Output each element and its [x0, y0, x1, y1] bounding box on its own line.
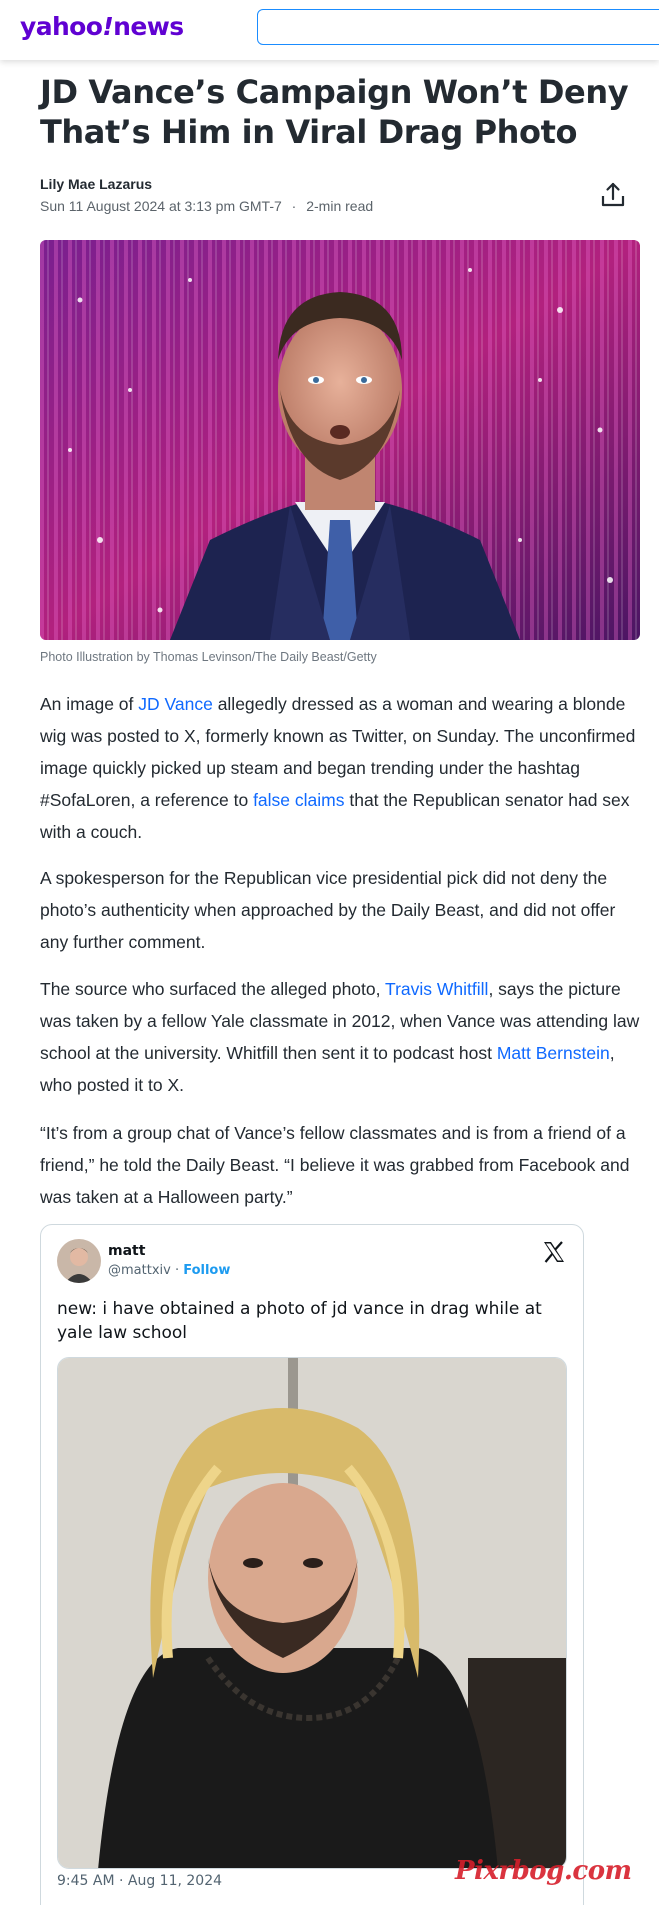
hero-caption: Photo Illustration by Thomas Levinson/Th… — [40, 650, 377, 664]
publish-date: Sun 11 August 2024 at 3:13 pm GMT-7 — [40, 198, 282, 214]
paragraph-1: An image of JD Vance allegedly dressed a… — [40, 688, 640, 848]
tweet-handle-row: @mattxiv · Follow — [108, 1263, 230, 1278]
link-jd-vance[interactable]: JD Vance — [138, 694, 213, 714]
logo-bang: ! — [102, 12, 114, 41]
paragraph-4: “It’s from a group chat of Vance’s fello… — [40, 1123, 630, 1207]
tweet-handle-dot: · — [170, 1263, 184, 1278]
tweet-text: new: i have obtained a photo of jd vance… — [57, 1299, 542, 1343]
follow-button[interactable]: Follow — [183, 1263, 230, 1278]
yahoo-news-logo[interactable]: yahoo!news — [20, 10, 184, 44]
x-logo-icon[interactable] — [541, 1239, 567, 1265]
link-matt-bernstein[interactable]: Matt Bernstein — [497, 1043, 610, 1063]
hero-image — [40, 240, 640, 640]
share-icon[interactable] — [598, 180, 628, 210]
embedded-tweet[interactable]: matt @mattxiv · Follow new: i have obtai… — [40, 1224, 584, 1905]
article-dateline: Sun 11 August 2024 at 3:13 pm GMT-7 · 2-… — [40, 198, 373, 214]
tweet-handle[interactable]: @mattxiv — [108, 1263, 171, 1278]
watermark-text: Pixrbog.com — [455, 1856, 632, 1886]
logo-yahoo: yahoo — [20, 12, 103, 41]
top-bar: yahoo!news — [0, 0, 659, 60]
tweet-author-name[interactable]: matt — [108, 1243, 145, 1259]
link-travis-whitfill[interactable]: Travis Whitfill — [385, 979, 488, 999]
link-false-claims[interactable]: false claims — [253, 790, 344, 810]
paragraph-text: An image of — [40, 694, 139, 714]
logo-section: news — [113, 12, 184, 41]
tweet-photo[interactable] — [57, 1357, 567, 1869]
paragraph-text: The source who surfaced the alleged phot… — [40, 979, 386, 999]
paragraph-2: A spokesperson for the Republican vice p… — [40, 868, 616, 952]
tweet-timestamp[interactable]: 9:45 AM · Aug 11, 2024 — [57, 1873, 222, 1889]
dateline-separator: · — [291, 198, 297, 214]
search-input[interactable] — [257, 9, 659, 45]
author-name[interactable]: Lily Mae Lazarus — [40, 176, 152, 192]
paragraph-3: The source who surfaced the alleged phot… — [40, 973, 640, 1101]
tweet-avatar[interactable] — [57, 1239, 101, 1283]
article-headline: JD Vance’s Campaign Won’t Deny That’s Hi… — [40, 73, 629, 151]
read-time: 2-min read — [306, 198, 374, 214]
